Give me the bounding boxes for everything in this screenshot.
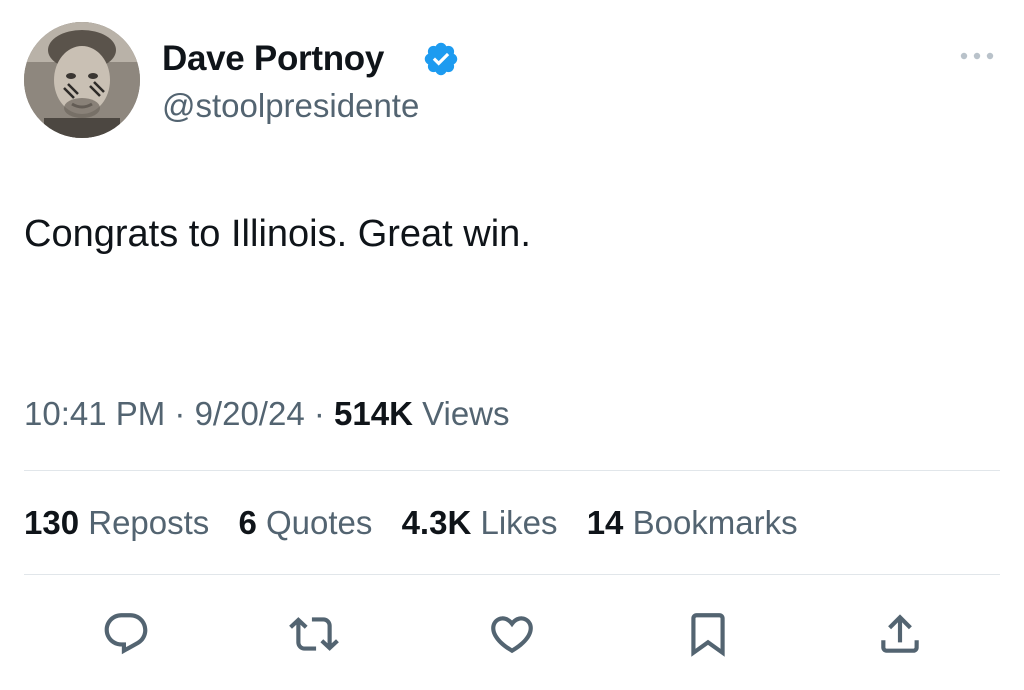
more-options-icon[interactable] [956,44,998,68]
share-button[interactable] [870,604,930,664]
user-handle[interactable]: @stoolpresidente [162,86,419,126]
heart-icon [491,616,533,654]
divider [24,470,1000,471]
reposts-stat[interactable]: 130 Reposts [24,504,209,541]
views-label: Views [422,395,510,432]
meta-separator: · [165,395,195,432]
likes-label: Likes [480,504,558,541]
engagement-stats: 130 Reposts 6 Quotes 4.3K Likes 14 Bookm… [24,502,818,544]
divider [24,574,1000,575]
tweet-date[interactable]: 9/20/24 [195,395,305,432]
like-button[interactable] [482,604,542,664]
quotes-stat[interactable]: 6 Quotes [238,504,372,541]
reposts-count: 130 [24,504,80,541]
likes-stat[interactable]: 4.3K Likes [402,504,558,541]
reply-button[interactable] [96,604,156,664]
tweet-time[interactable]: 10:41 PM [24,395,165,432]
views-count: 514K [334,395,413,432]
meta-separator: · [304,395,335,432]
avatar-photo [24,22,140,138]
bookmarks-label: Bookmarks [632,504,798,541]
tweet-text: Congrats to Illinois. Great win. [24,213,531,255]
likes-count: 4.3K [401,504,472,541]
bookmarks-count: 14 [586,504,624,541]
verified-badge-icon [424,42,458,76]
avatar[interactable] [24,22,140,138]
bookmarks-stat[interactable]: 14 Bookmarks [587,504,798,541]
display-name[interactable]: Dave Portnoy [162,38,384,80]
action-bar [24,604,1000,664]
quotes-label: Quotes [266,504,373,541]
bookmark-button[interactable] [678,604,738,664]
bookmark-icon [691,613,725,657]
tweet-meta: 10:41 PM · 9/20/24 · 514K Views [24,393,510,435]
repost-button[interactable] [284,604,344,664]
share-icon [881,614,919,653]
reposts-label: Reposts [88,504,210,541]
repost-icon [289,617,339,651]
quotes-count: 6 [238,504,257,541]
reply-icon [104,613,148,655]
